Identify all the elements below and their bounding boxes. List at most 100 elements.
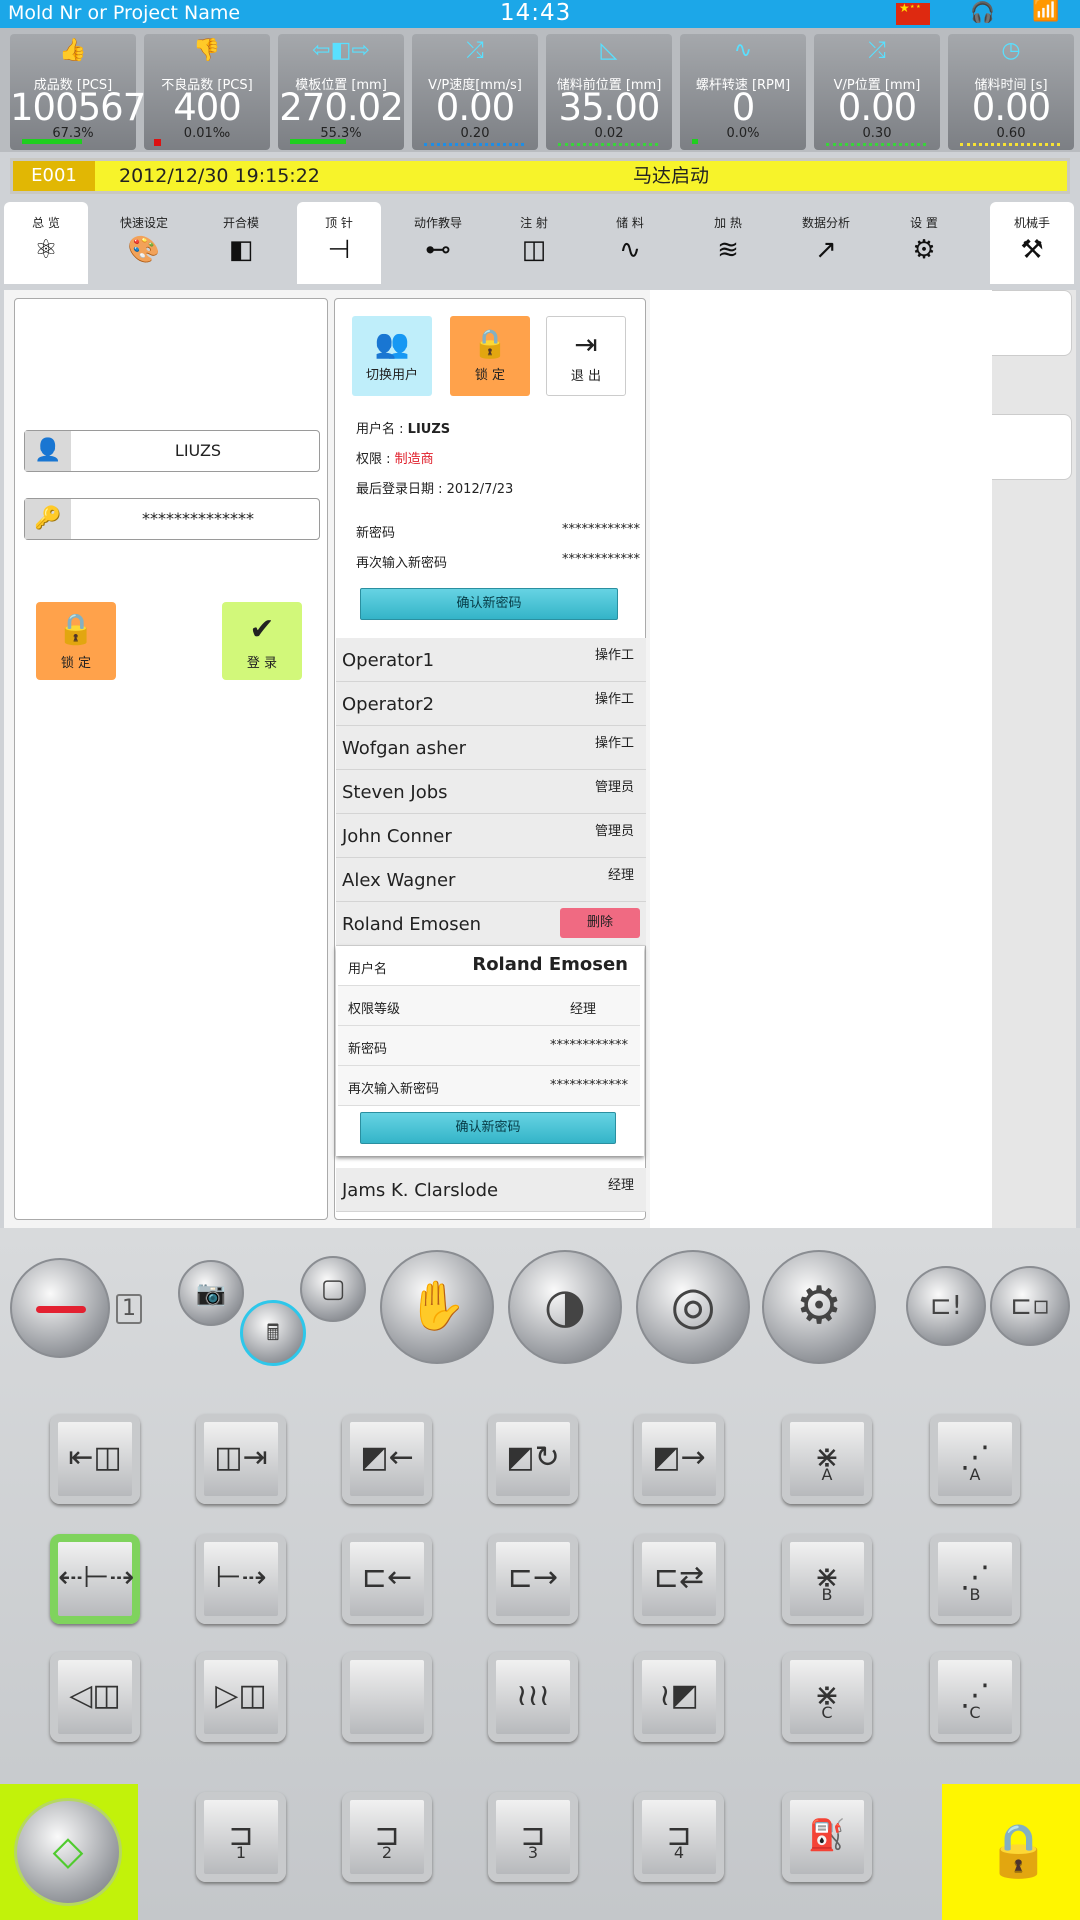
logout-button[interactable]: ⇥ 退 出: [546, 316, 626, 396]
heating-key[interactable]: ≀≀≀: [488, 1652, 578, 1742]
detail-repeat-password[interactable]: 再次输入新密码 ************: [338, 1066, 640, 1106]
mold-open-key[interactable]: ⇤◫: [50, 1414, 140, 1504]
tab-teach[interactable]: 动作教导 ⊷: [396, 202, 480, 284]
charge-key[interactable]: ◩↻: [488, 1414, 578, 1504]
user-row[interactable]: Operator2 操作工: [336, 682, 646, 726]
mold-close-key[interactable]: ◫⇥: [196, 1414, 286, 1504]
detail-confirm-button[interactable]: 确认新密码: [360, 1112, 616, 1144]
manual-mode-button[interactable]: ✋: [380, 1250, 494, 1364]
nozzle-button[interactable]: ⊏▫: [990, 1266, 1070, 1346]
metric-charge-time[interactable]: ◷ 储料时间 [s] 0.00 0.60: [948, 34, 1074, 150]
core-b-out-key[interactable]: ⋰ B: [930, 1534, 1020, 1624]
metric-screw-speed[interactable]: ∿ 螺杆转速 [RPM] 0 0.0%: [680, 34, 806, 150]
lock-user-button[interactable]: 🔒 锁 定: [450, 316, 530, 396]
injection-back-key[interactable]: ◩←: [342, 1414, 432, 1504]
wifi-icon[interactable]: 📶: [1032, 0, 1059, 23]
calculator-icon: 🖩: [266, 1321, 280, 1346]
lock-button[interactable]: 🔒 锁 定: [36, 602, 116, 680]
screw-speed-icon: ∿: [733, 38, 753, 63]
ejector-forward-key[interactable]: ⊢⇢: [196, 1534, 286, 1624]
tab-mold[interactable]: 开合模 ◧: [199, 202, 283, 284]
repeat-password-input[interactable]: ************: [562, 552, 640, 567]
user-row[interactable]: Steven Jobs 管理员: [336, 770, 646, 814]
metric-bad-parts[interactable]: 👎 不良品数 [PCS] 400 0.01‰: [144, 34, 270, 150]
core-a-out-key[interactable]: ⋰ A: [930, 1414, 1020, 1504]
user-row-selected[interactable]: Roland Emosen 删除: [336, 902, 646, 946]
ejector-forward-icon: ⊢⇢: [215, 1560, 267, 1595]
palette-icon: 🎨: [127, 235, 161, 265]
nozzle-alert-icon: ⊏!: [929, 1291, 963, 1321]
china-flag-icon[interactable]: [896, 1, 930, 25]
air-blow-3-key[interactable]: ⊐ 3: [488, 1792, 578, 1882]
mode-number: 1: [116, 1294, 142, 1324]
metric-good-parts[interactable]: 👍 成品数 [PCS] 100567 67.3%: [10, 34, 146, 150]
new-password-label: 新密码: [356, 526, 396, 541]
delete-button[interactable]: 删除: [560, 908, 640, 938]
tab-quick-setup[interactable]: 快速设定 🎨: [102, 202, 186, 284]
tab-heating[interactable]: 加 热 ≋: [686, 202, 770, 284]
core-b-in-key[interactable]: ⋇ B: [782, 1534, 872, 1624]
metrics-bar: 👍 成品数 [PCS] 100567 67.3% 👎 不良品数 [PCS] 40…: [0, 28, 1080, 152]
tab-charge[interactable]: 储 料 ∿: [588, 202, 672, 284]
detail-new-password[interactable]: 新密码 ************: [338, 1026, 640, 1066]
metric-charge-position[interactable]: ◺ 储料前位置 [mm] 35.00 0.02: [546, 34, 672, 150]
tab-injection[interactable]: 注 射 ◫: [492, 202, 576, 284]
blank-key[interactable]: [342, 1652, 432, 1742]
carriage-forward-key[interactable]: ⊏→: [488, 1534, 578, 1624]
lock-pad[interactable]: 🔒: [942, 1784, 1080, 1920]
window-button[interactable]: ▢: [300, 1256, 366, 1322]
headset-icon[interactable]: 🎧: [970, 0, 995, 24]
new-password-input[interactable]: ************: [562, 522, 640, 537]
side-tab-2[interactable]: [992, 414, 1072, 480]
tab-ejector[interactable]: 顶 针 ⊣: [297, 202, 381, 284]
carriage-adjust-key[interactable]: ⊏⇄: [634, 1534, 724, 1624]
project-title[interactable]: Mold Nr or Project Name: [8, 2, 240, 24]
login-button[interactable]: ✔ 登 录: [222, 602, 302, 680]
nozzle-alarm-button[interactable]: ⊏!: [906, 1266, 986, 1346]
camera-button[interactable]: 📷: [178, 1260, 244, 1326]
user-row[interactable]: John Conner 管理员: [336, 814, 646, 858]
air-blow-4-key[interactable]: ⊐ 4: [634, 1792, 724, 1882]
core-c-out-key[interactable]: ⋰ C: [930, 1652, 1020, 1742]
screw-icon: ∿: [619, 235, 641, 265]
mode-knob[interactable]: [10, 1258, 110, 1358]
mold-thickness-back-key[interactable]: ◁◫: [50, 1652, 140, 1742]
setup-button[interactable]: ⚙: [762, 1250, 876, 1364]
core-a-in-key[interactable]: ⋇ A: [782, 1414, 872, 1504]
username-field[interactable]: 👤 LIUZS: [24, 430, 320, 472]
motor-start-button[interactable]: ◇: [14, 1798, 122, 1906]
tab-settings[interactable]: 设 置 ⚙: [882, 202, 966, 284]
ejector-key[interactable]: ⇠⊢⇢: [50, 1534, 140, 1624]
detail-username: 用户名 Roland Emosen: [338, 946, 640, 986]
air-blow-2-key[interactable]: ⊐ 2: [342, 1792, 432, 1882]
metric-vp-position[interactable]: ⤮ V/P位置 [mm] 0.00 0.30: [814, 34, 940, 150]
confirm-password-button[interactable]: 确认新密码: [360, 588, 618, 620]
metric-vp-speed[interactable]: ⤮ V/P速度[mm/s] 0.00 0.20: [412, 34, 538, 150]
injection-forward-key[interactable]: ◩→: [634, 1414, 724, 1504]
user-row[interactable]: Alex Wagner 经理: [336, 858, 646, 902]
tab-overview[interactable]: 总 览 ⚛: [4, 202, 88, 284]
alarm-bar[interactable]: E001 2012/12/30 19:15:22 马达启动: [10, 158, 1070, 194]
semi-auto-button[interactable]: ◑: [508, 1250, 622, 1364]
purge-key[interactable]: ≀◩: [634, 1652, 724, 1742]
air-blow-1-key[interactable]: ⊐ 1: [196, 1792, 286, 1882]
mold-thickness-forward-key[interactable]: ▷◫: [196, 1652, 286, 1742]
calculator-button[interactable]: 🖩: [240, 1300, 306, 1366]
carriage-back-key[interactable]: ⊏←: [342, 1534, 432, 1624]
detail-level[interactable]: 权限等级 经理: [338, 986, 640, 1026]
metric-mold-position[interactable]: ⇦◧⇨ 模板位置 [mm] 270.02 55.3%: [278, 34, 404, 150]
core-c-in-key[interactable]: ⋇ C: [782, 1652, 872, 1742]
tab-analysis[interactable]: 数据分析 ↗: [784, 202, 868, 284]
alarm-datetime: 2012/12/30 19:15:22: [119, 165, 320, 187]
user-row[interactable]: Jams K. Clarslode 经理: [336, 1168, 646, 1212]
switch-user-button[interactable]: 👥 切换用户: [352, 316, 432, 396]
user-row[interactable]: Operator1 操作工: [336, 638, 646, 682]
tab-robot[interactable]: 机械手 ⚒: [990, 202, 1074, 284]
password-field[interactable]: 🔑 **************: [24, 498, 320, 540]
user-row[interactable]: Wofgan asher 操作工: [336, 726, 646, 770]
lock-icon: 🔒: [472, 327, 508, 360]
thumbs-down-icon: 👎: [193, 38, 221, 63]
auto-button[interactable]: ◎: [636, 1250, 750, 1364]
side-tab-1[interactable]: [992, 290, 1072, 356]
lubrication-key[interactable]: ⛽: [782, 1792, 872, 1882]
